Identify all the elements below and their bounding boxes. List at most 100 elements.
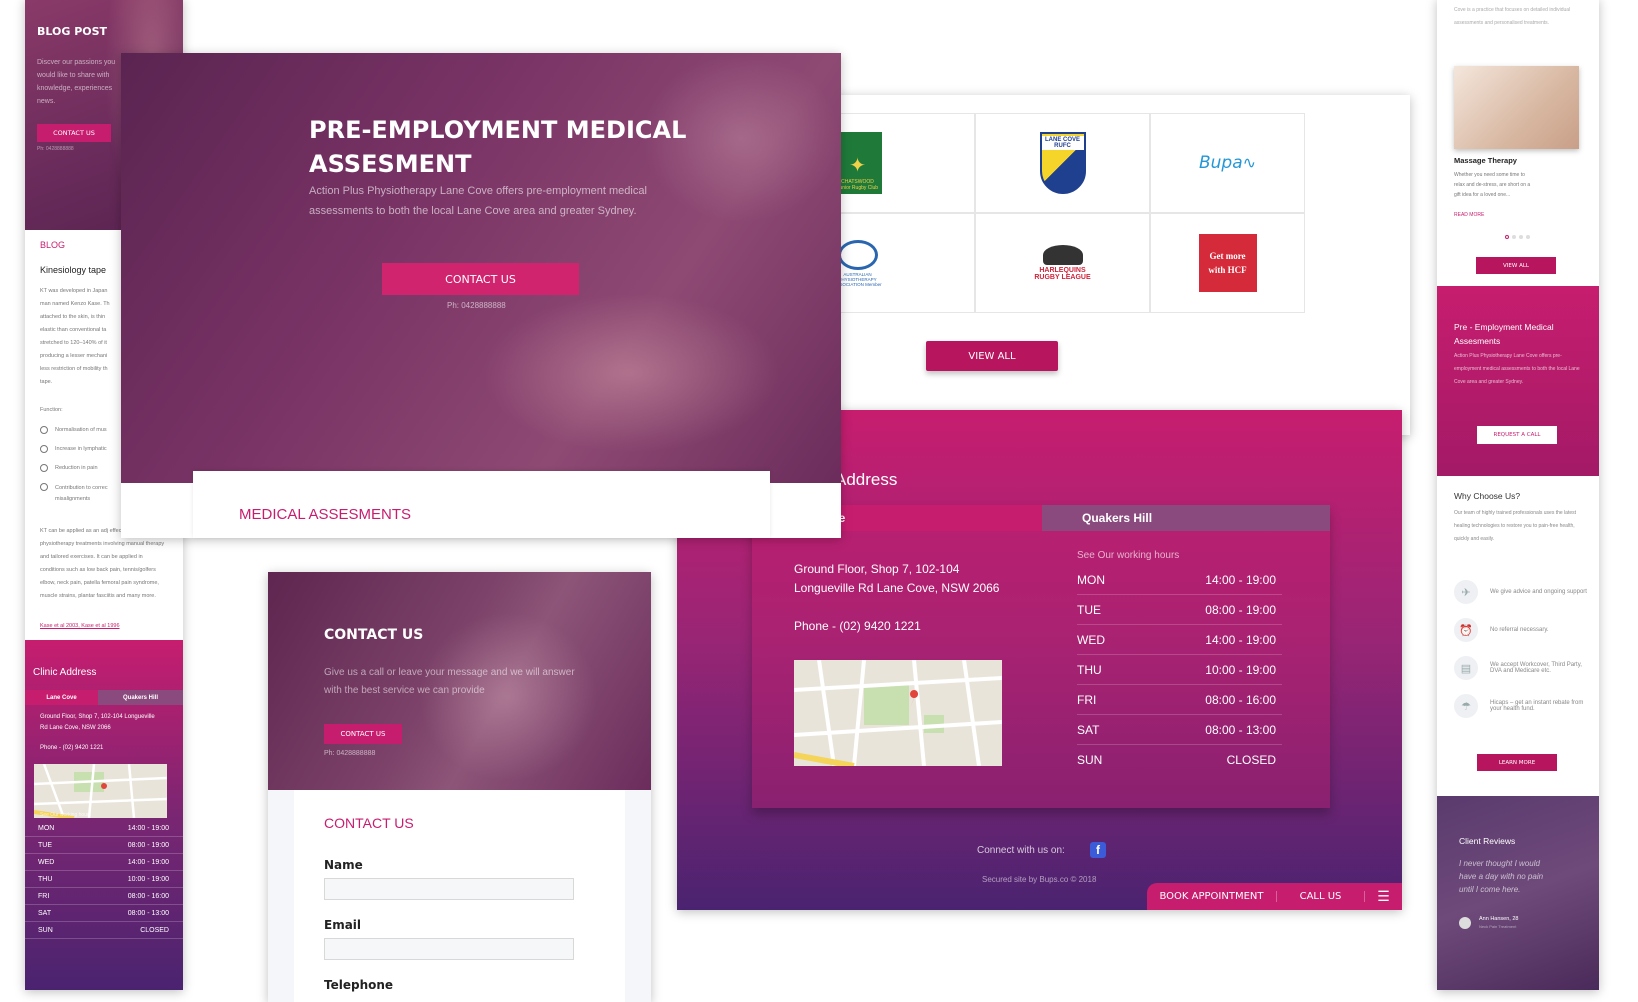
intro-text: Cove is a practice that focuses on detai… (1454, 7, 1571, 26)
partner-logo-harlequins[interactable]: HARLEQUINS RUGBY LEAGUE (975, 213, 1150, 313)
clinic-heading: Clinic Address (33, 667, 97, 678)
view-all-button[interactable]: VIEW ALL (1476, 257, 1556, 274)
email-field[interactable] (324, 938, 574, 960)
hours-row: THU 10:00 - 19:00 (25, 871, 183, 888)
circle-icon (40, 464, 48, 472)
blog-hero-title: BLOG POST (37, 25, 108, 38)
why-choose-section: Why Choose Us? Our team of highly traine… (1437, 476, 1599, 796)
pre-employment-section: Pre - Employment Medical Assesments Acti… (1437, 286, 1599, 476)
clock-icon: ⏰ (1454, 618, 1478, 642)
function-label: Function: (40, 407, 63, 413)
contact-us-button[interactable]: CONTACT US (382, 263, 579, 295)
hours-row: WED 14:00 - 19:00 (25, 854, 183, 871)
clinic-phone: Phone - (02) 9420 1221 (40, 745, 104, 751)
partner-logo-hcf[interactable]: Get more with HCF (1150, 213, 1305, 313)
facebook-icon[interactable]: f (1090, 842, 1106, 858)
partner-logo-bupa[interactable]: Bupa ∿ (1150, 113, 1305, 213)
learn-more-button[interactable]: LEARN MORE (1477, 754, 1557, 771)
footer-text: Secured site by Bups.co © 2018 (982, 875, 1097, 884)
call-us-button[interactable]: CALL US (1277, 891, 1365, 902)
bullet-item: Contribution to correc misalignments (40, 483, 112, 505)
article-body: KT was developed in Japan man named Kenz… (40, 288, 110, 385)
contact-us-button[interactable]: CONTACT US (37, 124, 111, 142)
why-title: Why Choose Us? (1454, 491, 1521, 501)
email-label: Email (324, 918, 362, 932)
contact-hero-title: CONTACT US (324, 627, 424, 643)
bullet-item: Reduction in pain (40, 464, 98, 472)
hours-label: See Our working hours (40, 812, 92, 818)
contact-hero-text: Give us a call or leave your message and… (324, 667, 575, 696)
hours-label: See Our working hours (1077, 550, 1180, 561)
references-link[interactable]: Kase et al 2003, Kase et al 1996 (40, 623, 120, 629)
client-reviews-section: Client Reviews I never thought I would h… (1437, 796, 1599, 990)
feature-item: ⏰ No referral necessary. (1454, 618, 1589, 642)
telephone-label: Telephone (324, 978, 394, 992)
reviewer-name: Ann Hansen, 28 (1479, 916, 1519, 922)
pre-text: Action Plus Physiotherapy Lane Cove offe… (1454, 353, 1580, 385)
hours-row: TUE 08:00 - 19:00 (1077, 595, 1282, 625)
circle-icon (40, 445, 48, 453)
bullet-item: Normalisation of mus (40, 426, 107, 434)
hours-row: SUN CLOSED (25, 922, 183, 939)
service-text: Whether you need some time to relax and … (1454, 172, 1531, 198)
avatar (1459, 917, 1471, 929)
partner-logo-lane-cove[interactable]: LANE COVE RUFC (975, 113, 1150, 213)
carousel-dots[interactable] (1505, 235, 1530, 239)
partners-screen: ✦ CHATSWOOD Junior Rugby Club LANE COVE R… (770, 95, 1410, 435)
bupa-logo: Bupa (1198, 153, 1243, 173)
address-heading: Address (835, 470, 898, 489)
location-map[interactable] (794, 660, 1002, 766)
hours-row: THU 10:00 - 19:00 (1077, 655, 1282, 685)
hours-row: SUN CLOSED (1077, 753, 1276, 767)
clinic-address-section: Clinic Address Lane Cove Quakers Hill Gr… (25, 640, 183, 990)
map-graphic (794, 660, 1002, 766)
contact-form-panel: CONTACT US Name Email Telephone (294, 790, 625, 1002)
hcf-logo: Get more with HCF (1198, 234, 1257, 292)
reviews-title: Client Reviews (1459, 836, 1516, 846)
name-field[interactable] (324, 878, 574, 900)
heartbeat-icon: ∿ (1242, 155, 1257, 172)
hero-photo-highlight (481, 293, 781, 453)
view-all-button[interactable]: VIEW ALL (926, 341, 1058, 371)
hours-row: SAT 08:00 - 13:00 (1077, 715, 1282, 745)
phone-text: Ph: 0428888888 (447, 301, 506, 310)
bottom-action-bar: BOOK APPOINTMENT CALL US ☰ (1147, 883, 1402, 910)
request-call-button[interactable]: REQUEST A CALL (1477, 426, 1557, 444)
read-more-link[interactable]: READ MORE (1454, 212, 1484, 218)
right-mobile-screen: Cove is a practice that focuses on detai… (1437, 0, 1599, 990)
hours-row: TUE 08:00 - 19:00 (25, 837, 183, 854)
harlequins-logo: HARLEQUINS RUGBY LEAGUE (1033, 245, 1093, 281)
service-title: Massage Therapy (1454, 156, 1517, 165)
bullet-item: Increase in lymphatic (40, 445, 107, 453)
address-line-2: Longueville Rd Lane Cove, NSW 2066 (794, 581, 1000, 595)
feature-item: ▤ We accept Workcover, Third Party, DVA a… (1454, 656, 1589, 680)
document-icon: ▤ (1454, 656, 1478, 680)
pre-title: Pre - Employment Medical Assesments (1454, 322, 1554, 346)
lane-cove-rufc-logo: LANE COVE RUFC (1039, 132, 1086, 194)
name-label: Name (324, 858, 363, 872)
hours-row: MON 14:00 - 19:00 (1077, 565, 1282, 595)
tab-quakers-hill[interactable]: Quakers Hill (1042, 505, 1330, 531)
reviewer-sub: Neck Pain Treatment (1479, 924, 1517, 929)
phone-text: Ph: 0428888888 (324, 750, 376, 757)
tab-lane-cove[interactable]: Lane Cove (25, 690, 98, 705)
hero-text: Action Plus Physiotherapy Lane Cove offe… (309, 185, 647, 217)
form-heading: CONTACT US (324, 815, 414, 831)
feature-item: ✈ We give advice and ongoing support (1454, 580, 1589, 604)
circle-icon (40, 426, 48, 434)
book-appointment-button[interactable]: BOOK APPOINTMENT (1147, 891, 1277, 902)
hero-banner: PRE-EMPLOYMENT MEDICAL ASSESMENT Action … (121, 53, 841, 483)
contact-screen: CONTACT US Give us a call or leave your … (268, 572, 651, 1002)
pre-employment-screen: PRE-EMPLOYMENT MEDICAL ASSESMENT Action … (121, 53, 841, 538)
hours-row: MON 14:00 - 19:00 (25, 820, 183, 837)
menu-icon[interactable]: ☰ (1365, 888, 1402, 905)
service-image[interactable] (1454, 66, 1579, 149)
section-heading: MEDICAL ASSESMENTS (239, 506, 411, 523)
umbrella-icon: ☂ (1454, 694, 1478, 718)
clinic-map[interactable] (34, 764, 167, 818)
review-quote: I never thought I would have a day with … (1459, 859, 1544, 894)
tab-quakers-hill[interactable]: Quakers Hill (98, 690, 183, 705)
hero-title: PRE-EMPLOYMENT MEDICAL ASSESMENT (309, 116, 687, 178)
contact-us-button[interactable]: CONTACT US (324, 724, 402, 744)
hours-row: WED 14:00 - 19:00 (1077, 625, 1282, 655)
